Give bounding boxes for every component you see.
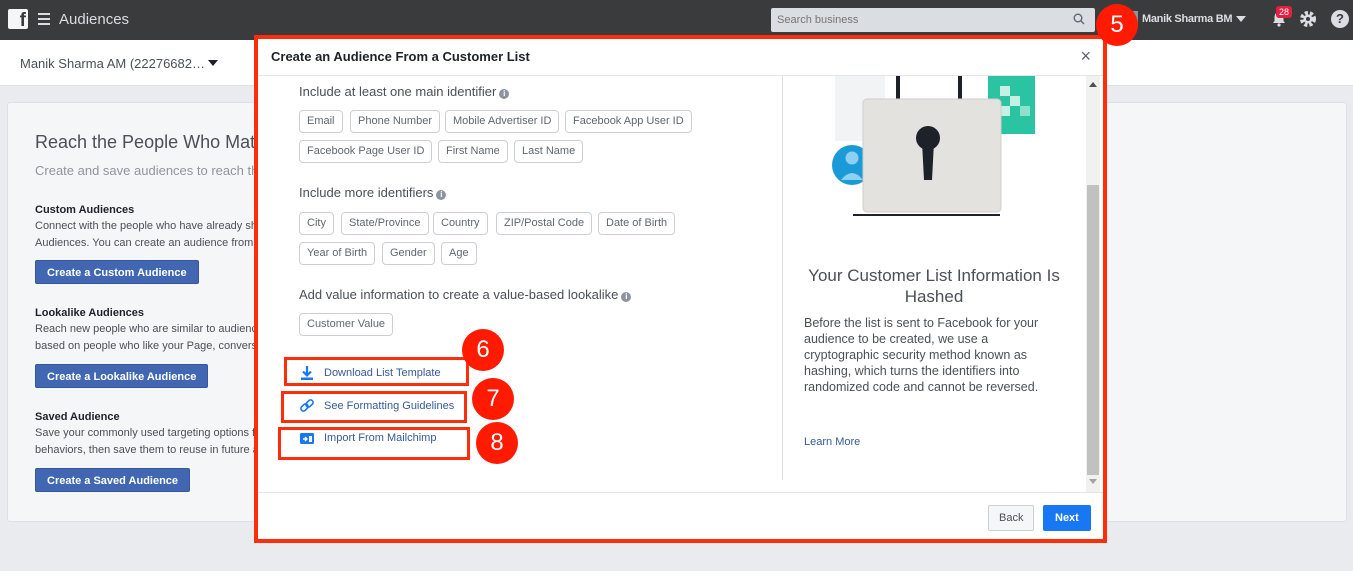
section-text: Reach new people who are similar to audi… [35, 323, 257, 335]
learn-more-link[interactable]: Learn More [804, 436, 860, 448]
identifier-chip[interactable]: City [299, 212, 334, 235]
section-text: based on people who like your Page, conv… [35, 340, 257, 352]
identifier-chip[interactable]: First Name [438, 140, 508, 163]
info-icon[interactable]: i [436, 190, 447, 200]
identifier-chip[interactable]: Mobile Advertiser ID [445, 110, 560, 133]
section-text: Connect with the people who have already… [35, 220, 257, 232]
modal-title: Create an Audience From a Customer List [271, 49, 530, 64]
info-icon[interactable]: i [621, 292, 632, 302]
identifier-chip[interactable]: Facebook Page User ID [299, 140, 433, 163]
scrollbar-thumb[interactable] [1087, 185, 1099, 475]
main-identifier-label: Include at least one main identifier i [299, 84, 510, 99]
audiences-panel-content: Reach the People Who Mat Create and save… [0, 0, 258, 571]
download-list-template-label: Download List Template [324, 367, 441, 379]
notification-badge: 28 [1276, 6, 1293, 18]
identifier-chip[interactable]: Email [299, 110, 343, 133]
user-name[interactable]: Manik Sharma BM [1142, 13, 1233, 25]
customer-list-modal: Create an Audience From a Customer List … [258, 38, 1103, 540]
panel-subheading: Create and save audiences to reach th [35, 163, 258, 178]
callout-badge: 7 [472, 378, 514, 420]
column-divider [782, 76, 783, 480]
back-button[interactable]: Back [988, 505, 1035, 531]
modal-header: Create an Audience From a Customer List … [258, 38, 1103, 76]
identifier-chip[interactable]: Gender [382, 242, 435, 265]
identifier-chip[interactable]: Country [433, 212, 488, 235]
search-box[interactable] [771, 8, 1095, 32]
callout-badge: 6 [462, 329, 504, 371]
panel-heading: Reach the People Who Mat [35, 132, 256, 152]
section-title: Saved Audience [35, 411, 120, 423]
section-text: behaviors, then save them to reuse in fu… [35, 444, 258, 456]
create-saved-audience-button[interactable]: Create a Saved Audience [35, 468, 191, 492]
scrollbar[interactable] [1086, 76, 1100, 492]
callout-badge: 8 [476, 422, 518, 464]
info-icon[interactable]: i [499, 89, 510, 99]
next-button[interactable]: Next [1043, 505, 1091, 531]
chevron-down-icon[interactable] [1236, 16, 1246, 22]
identifier-chip[interactable]: Phone Number [350, 110, 440, 133]
import-icon [300, 433, 314, 444]
create-custom-audience-button[interactable]: Create a Custom Audience [35, 260, 199, 284]
more-identifiers-label: Include more identifiers i [299, 185, 447, 200]
section-text: Save your commonly used targeting option… [35, 427, 258, 439]
create-lookalike-audience-button[interactable]: Create a Lookalike Audience [35, 364, 209, 388]
identifier-chip[interactable]: State/Province [341, 212, 429, 235]
search-input[interactable] [771, 8, 1061, 32]
identifier-chip[interactable]: Last Name [514, 140, 584, 163]
scroll-down-icon[interactable] [1089, 479, 1097, 484]
identifier-chip[interactable]: ZIP/Postal Code [496, 212, 593, 235]
callout-badge: 5 [1096, 4, 1138, 46]
download-icon [301, 366, 313, 380]
hashed-info-text: Before the list is sent to Facebook for … [804, 316, 1039, 394]
identifier-chip[interactable]: Customer Value [299, 313, 394, 336]
gear-icon[interactable] [1299, 10, 1317, 28]
identifier-chip[interactable]: Facebook App User ID [565, 110, 692, 133]
hashed-info-title: Your Customer List Information Is Hashed [808, 266, 1060, 306]
section-text: Audiences. You can create an audience fr… [35, 237, 254, 249]
identifier-chip[interactable]: Year of Birth [299, 242, 376, 265]
modal-footer: Back Next [258, 492, 1103, 540]
section-title: Custom Audiences [35, 204, 135, 216]
close-icon[interactable]: × [1080, 46, 1091, 67]
import-mailchimp-label: Import From Mailchimp [324, 432, 437, 444]
identifier-chip[interactable]: Age [441, 242, 477, 265]
identifier-chip[interactable]: Date of Birth [598, 212, 676, 235]
formatting-guidelines-label: See Formatting Guidelines [324, 400, 455, 412]
value-info-label: Add value information to create a value-… [299, 287, 632, 302]
link-icon [300, 399, 314, 412]
search-icon[interactable] [1073, 13, 1085, 25]
help-icon[interactable]: ? [1331, 10, 1349, 28]
scroll-up-icon[interactable] [1089, 82, 1097, 87]
section-title: Lookalike Audiences [35, 307, 145, 319]
hashed-lock-illustration-icon [832, 76, 1035, 216]
